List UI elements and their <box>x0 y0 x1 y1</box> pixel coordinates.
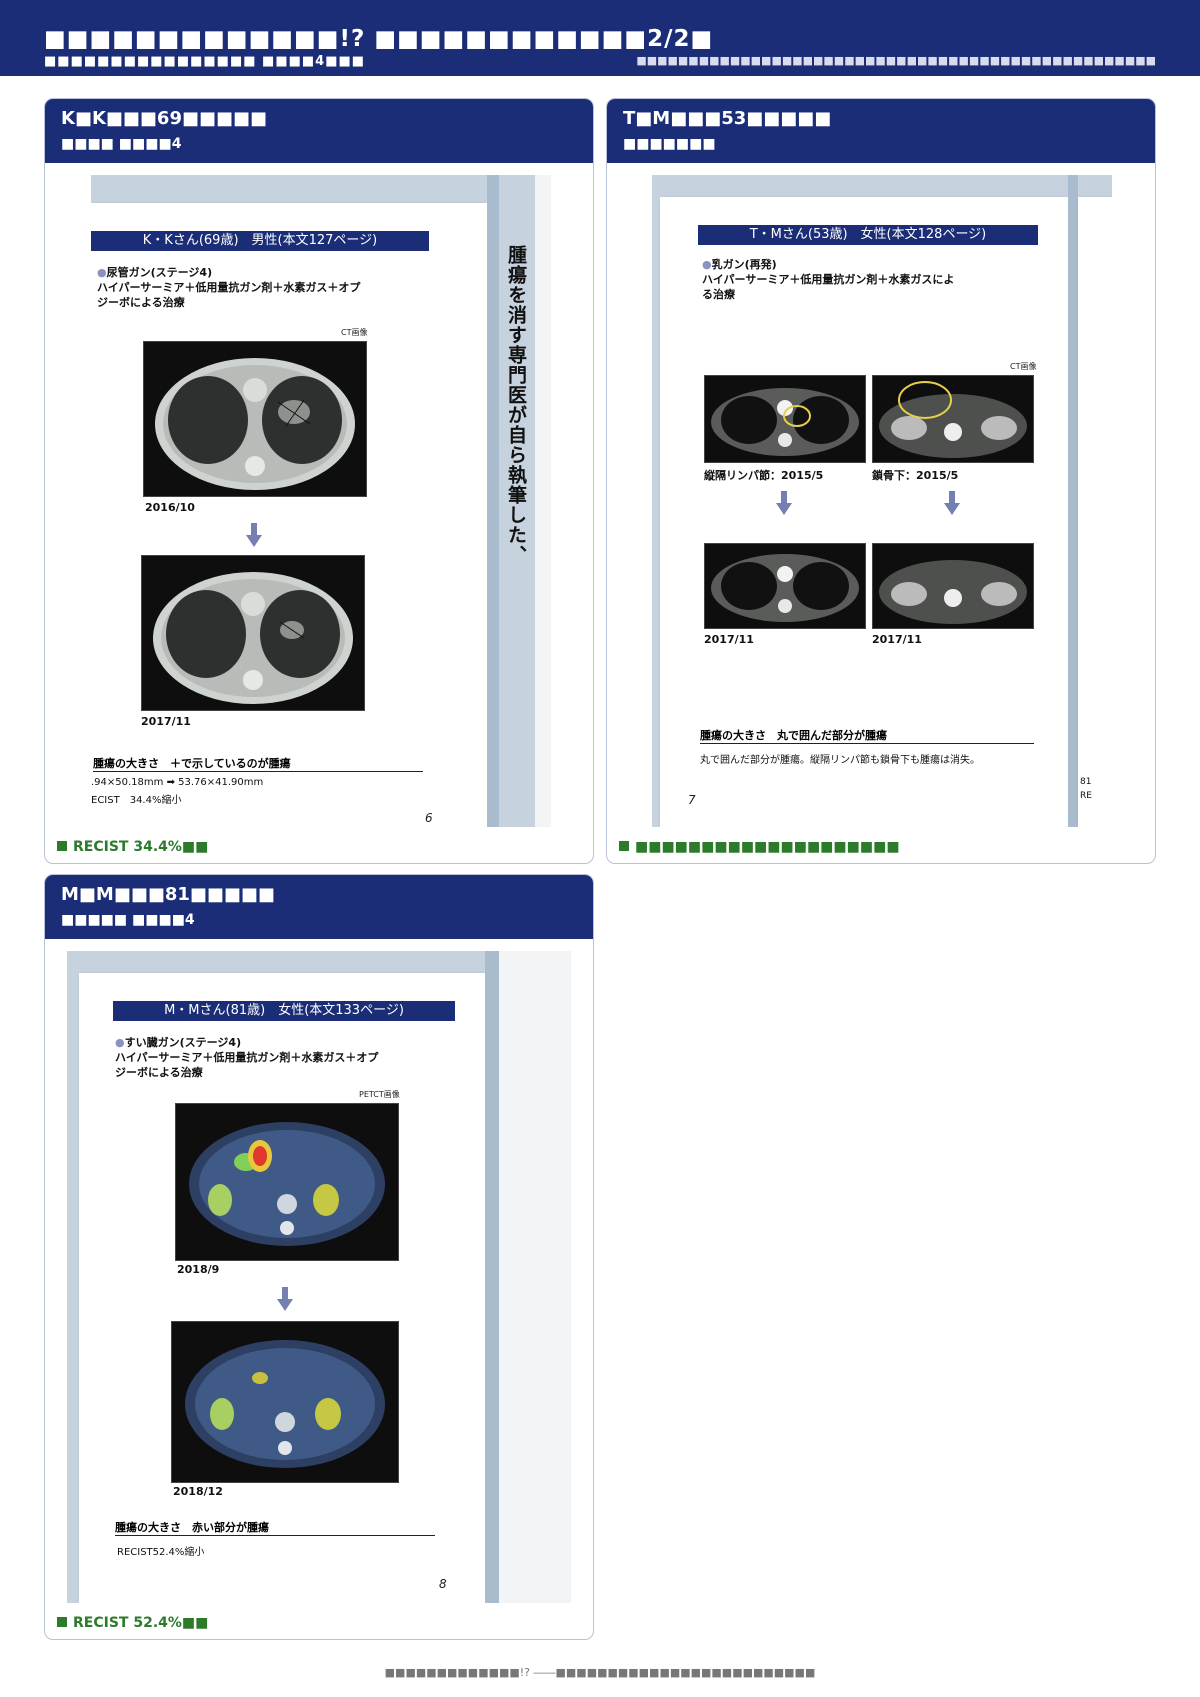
scan-date-mediastinal-before: 縦隔リンパ節：2015/5 <box>704 469 824 482</box>
arrow-down-icon <box>277 1287 293 1311</box>
ct-scan-subclavian-before <box>872 375 1034 463</box>
page-diagnosis: ●尿管ガン(ステージ4) ハイパーサーミア＋低用量抗ガン剤＋水素ガス＋オプジーボ… <box>97 266 361 309</box>
page-number: 7 <box>688 793 696 807</box>
case-header: M■M■■■81■■■■■ ■■■■■ ■■■■4 <box>45 875 593 939</box>
page-title-band: K・Kさん(69歳) 男性(本文127ページ) <box>91 231 429 251</box>
header-right-text: ■■■■■■■■■■■■■■■■■■■■■■■■■■■■■■■■■■■■■■■■… <box>636 54 1156 67</box>
page-title: ■■■■■■■■■■■■■!? ■■■■■■■■■■■■2/2■ <box>44 26 714 52</box>
page-header: ■■■■■■■■■■■■■!? ■■■■■■■■■■■■2/2■ ■■■■■■■… <box>0 0 1200 76</box>
recist-result: ECIST 34.4%縮小 <box>91 795 182 806</box>
case-note: RECIST 34.4%■■ <box>57 839 208 855</box>
book-spine <box>485 951 499 1603</box>
case-card-tm: T■M■■■53■■■■■ ■■■■■■■ T・Mさん(53歳) 女性(本文12… <box>606 98 1156 864</box>
page-subtitle: ■■■■■■■■■■■■■■■■ ■■■■4■■■ <box>44 54 366 69</box>
ct-scan-mediastinal-before <box>704 375 866 463</box>
image-type-label: CT画像 <box>341 328 368 337</box>
book-spine-text: 腫瘍を消す専門医が自ら執筆した、 <box>505 245 527 565</box>
ct-scan-mediastinal-after <box>704 543 866 629</box>
tumor-result: 丸で囲んだ部分が腫瘍。縦隔リンパ節も鎖骨下も腫瘍は消失。 <box>700 755 980 766</box>
scan-date-subclavian-after: 2017/11 <box>872 633 922 646</box>
book-edge <box>499 951 571 1603</box>
scan-date-subclavian-before: 鎖骨下：2015/5 <box>872 469 959 482</box>
book-page-photo: K・Kさん(69歳) 男性(本文127ページ) ●尿管ガン(ステージ4) ハイパ… <box>91 175 551 827</box>
ct-scan-subclavian-after <box>872 543 1034 629</box>
next-page-text: 81 <box>1080 777 1092 787</box>
page-number: 6 <box>425 811 433 825</box>
patient-name: K■K■■■69■■■■■ <box>61 108 268 129</box>
arrow-down-icon <box>944 491 960 515</box>
tumor-size-caption: 腫瘍の大きさ ＋で示しているのが腫瘍 <box>93 755 423 772</box>
scan-date-after: 2017/11 <box>141 715 191 728</box>
patient-diagnosis: ■■■■■■■ <box>623 136 716 152</box>
page-number: 8 <box>439 1577 447 1591</box>
next-page-text: RE <box>1080 791 1092 801</box>
petct-scan-before <box>175 1103 399 1261</box>
case-card-mm: M■M■■■81■■■■■ ■■■■■ ■■■■4 M・Mさん(81歳) 女性(… <box>44 874 594 1640</box>
tumor-measurement: .94×50.18mm ➡ 53.76×41.90mm <box>91 777 264 788</box>
ct-scan-after <box>141 555 365 711</box>
marker-icon <box>57 841 67 851</box>
book-page: T・Mさん(53歳) 女性(本文128ページ) ●乳ガン(再発) ハイパーサーミ… <box>660 197 1068 827</box>
marker-icon <box>57 1617 67 1627</box>
scan-date-before: 2016/10 <box>145 501 195 514</box>
book-spine <box>1068 175 1078 827</box>
image-type-label: CT画像 <box>1010 362 1037 371</box>
scan-date-after: 2018/12 <box>173 1485 223 1498</box>
ct-scan-before <box>143 341 367 497</box>
arrow-down-icon <box>776 491 792 515</box>
book-page-photo: T・Mさん(53歳) 女性(本文128ページ) ●乳ガン(再発) ハイパーサーミ… <box>652 175 1112 827</box>
tumor-size-caption: 腫瘍の大きさ 丸で囲んだ部分が腫瘍 <box>700 727 1034 744</box>
image-type-label: PETCT画像 <box>359 1090 400 1099</box>
book-page: K・Kさん(69歳) 男性(本文127ページ) ●尿管ガン(ステージ4) ハイパ… <box>91 203 487 827</box>
patient-name: T■M■■■53■■■■■ <box>623 108 832 129</box>
patient-diagnosis: ■■■■■ ■■■■4 <box>61 912 195 928</box>
patient-diagnosis: ■■■■ ■■■■4 <box>61 136 182 152</box>
book-spine <box>487 175 499 827</box>
arrow-down-icon <box>246 523 262 547</box>
book-page-photo: M・Mさん(81歳) 女性(本文133ページ) ●すい臓ガン(ステージ4) ハイ… <box>67 951 571 1603</box>
petct-scan-after <box>171 1321 399 1483</box>
scan-date-before: 2018/9 <box>177 1263 220 1276</box>
case-note: RECIST 52.4%■■ <box>57 1615 208 1631</box>
patient-name: M■M■■■81■■■■■ <box>61 884 275 905</box>
next-page-edge: 81 RE <box>1078 197 1112 827</box>
page-title-band: T・Mさん(53歳) 女性(本文128ページ) <box>698 225 1038 245</box>
page-diagnosis: ●すい臓ガン(ステージ4) ハイパーサーミア＋低用量抗ガン剤＋水素ガス＋オプジー… <box>115 1036 379 1079</box>
case-header: T■M■■■53■■■■■ ■■■■■■■ <box>607 99 1155 163</box>
book-edge <box>535 175 551 827</box>
page-title-band: M・Mさん(81歳) 女性(本文133ページ) <box>113 1001 455 1021</box>
recist-result: RECIST52.4%縮小 <box>117 1547 205 1558</box>
page-footer: ■■■■■■■■■■■■■!? ――■■■■■■■■■■■■■■■■■■■■■■… <box>384 1666 816 1679</box>
marker-icon <box>619 841 629 851</box>
scan-date-mediastinal-after: 2017/11 <box>704 633 754 646</box>
case-card-kk: K■K■■■69■■■■■ ■■■■ ■■■■4 K・Kさん(69歳) 男性(本… <box>44 98 594 864</box>
page-diagnosis: ●乳ガン(再発) ハイパーサーミア＋低用量抗ガン剤＋水素ガスによる治療 <box>702 258 955 301</box>
case-note: ■■■■■■■■■■■■■■■■■■■■ <box>619 839 900 855</box>
book-page: M・Mさん(81歳) 女性(本文133ページ) ●すい臓ガン(ステージ4) ハイ… <box>79 973 485 1603</box>
case-header: K■K■■■69■■■■■ ■■■■ ■■■■4 <box>45 99 593 163</box>
tumor-size-caption: 腫瘍の大きさ 赤い部分が腫瘍 <box>115 1519 435 1536</box>
